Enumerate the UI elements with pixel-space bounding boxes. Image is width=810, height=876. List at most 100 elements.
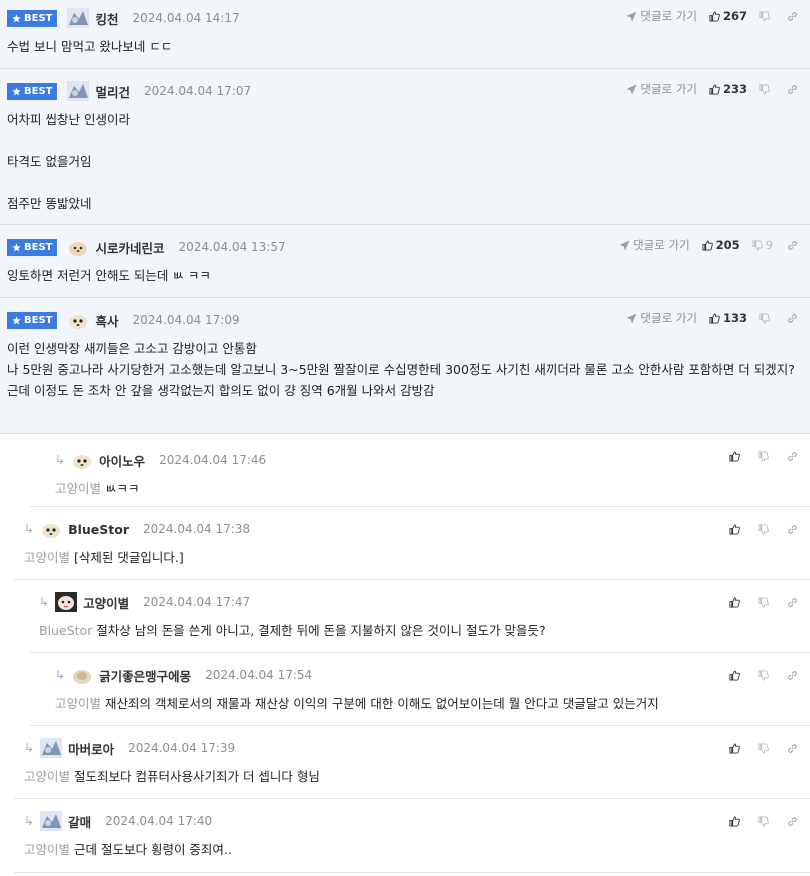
reply-comment: ↳ 아이노우 2024.04.04 17:46 고양이별 ㅄㅋㅋ	[30, 434, 810, 507]
dislike-button[interactable]	[759, 83, 773, 95]
like-button[interactable]	[729, 815, 740, 827]
dislike-button[interactable]: 9	[752, 238, 773, 252]
dislike-button[interactable]	[758, 815, 769, 827]
thumbs-down-icon	[758, 669, 769, 681]
thumbs-down-icon	[758, 523, 769, 535]
dislike-count: 9	[765, 238, 773, 252]
send-icon	[626, 11, 637, 21]
share-button[interactable]	[787, 670, 798, 681]
send-icon	[619, 240, 630, 250]
comment-meta: ↳ 긁기좋은맹구에몽 2024.04.04 17:54	[55, 665, 312, 685]
like-button[interactable]: 267	[709, 9, 747, 23]
thumbs-down-icon	[758, 596, 769, 608]
like-button[interactable]	[729, 523, 740, 535]
thumbs-down-icon	[752, 239, 763, 251]
comment-date: 2024.04.04 17:54	[205, 668, 313, 682]
link-icon	[788, 313, 797, 323]
mention[interactable]: 고양이별	[24, 769, 70, 784]
like-button[interactable]: 233	[709, 82, 747, 96]
goto-reply-link[interactable]: 댓글로 가기	[626, 81, 697, 97]
nickname[interactable]: 멀리건	[95, 82, 130, 101]
avatar[interactable]	[53, 591, 79, 613]
reply-arrow-icon: ↳	[24, 522, 35, 536]
goto-reply-link[interactable]: 댓글로 가기	[626, 8, 697, 24]
mention[interactable]: 고양이별	[55, 481, 101, 496]
comment-actions	[729, 738, 798, 758]
like-button[interactable]: 205	[702, 238, 740, 252]
comment-date: 2024.04.04 17:38	[142, 522, 251, 536]
avatar[interactable]	[38, 737, 64, 759]
nickname[interactable]: 킹천	[95, 9, 118, 28]
share-button[interactable]	[787, 84, 798, 95]
star-icon	[12, 86, 21, 95]
dislike-button[interactable]	[758, 523, 769, 535]
comment-actions	[729, 811, 798, 831]
comment-text: 고양이별 재산죄의 객체로서의 재물과 재산상 이익의 구분에 대한 이해도 없어…	[55, 696, 659, 711]
comment-date: 2024.04.04 17:07	[144, 84, 252, 98]
nickname[interactable]: 갈매	[68, 812, 91, 831]
goto-reply-link[interactable]: 댓글로 가기	[626, 310, 697, 326]
like-count: 205	[715, 238, 740, 252]
mention[interactable]: 고양이별	[24, 550, 70, 565]
comment-actions	[729, 592, 798, 612]
avatar[interactable]	[69, 664, 95, 686]
like-button[interactable]	[729, 742, 740, 754]
best-comment: BEST 시로카네린코 2024.04.04 13:57 댓글로 가기 205 …	[0, 225, 810, 298]
nickname[interactable]: 마버로아	[68, 739, 114, 758]
reply-arrow-icon: ↳	[55, 453, 66, 467]
thumbs-down-icon	[758, 450, 769, 462]
avatar[interactable]	[65, 236, 91, 258]
mention[interactable]: BlueStor	[39, 623, 92, 638]
share-button[interactable]	[787, 743, 798, 754]
goto-reply-link[interactable]: 댓글로 가기	[619, 237, 690, 253]
comment-text: 고양이별 [삭제된 댓글입니다.]	[24, 550, 184, 565]
nickname[interactable]: BlueStor	[68, 522, 129, 537]
star-icon	[12, 13, 21, 22]
share-button[interactable]	[787, 313, 798, 324]
nickname[interactable]: 고양이별	[83, 593, 129, 612]
like-button[interactable]	[729, 596, 740, 608]
comment-text: 이런 인생막장 새끼들은 고소고 감방이고 안통함 나 5만원 중고나라 사기당…	[7, 341, 795, 398]
like-button[interactable]	[729, 669, 740, 681]
avatar[interactable]	[38, 518, 64, 540]
best-badge: BEST	[7, 82, 58, 100]
mention[interactable]: 고양이별	[24, 842, 70, 857]
share-button[interactable]	[787, 240, 798, 251]
share-button[interactable]	[787, 524, 798, 535]
comment-actions	[729, 446, 798, 466]
nickname[interactable]: 흑사	[95, 311, 118, 330]
comment-meta: ↳ 마버로아 2024.04.04 17:39	[24, 738, 235, 758]
dislike-button[interactable]	[759, 312, 773, 324]
thumbs-up-icon	[729, 596, 740, 608]
reply-arrow-icon: ↳	[55, 668, 66, 682]
link-icon	[788, 451, 797, 461]
comment-date: 2024.04.04 14:17	[132, 11, 240, 25]
comment-text: 어차피 씹창난 인생이라 타격도 없을거임 점주만 똥밟았네	[7, 112, 130, 211]
avatar[interactable]	[38, 810, 64, 832]
dislike-button[interactable]	[758, 669, 769, 681]
reply-comment: ↳ 갈매 2024.04.04 17:40 고양이별 근데 절도보다 횡령이 중죄…	[14, 799, 810, 873]
dislike-button[interactable]	[758, 596, 769, 608]
share-button[interactable]	[787, 816, 798, 827]
avatar[interactable]	[65, 80, 91, 102]
share-button[interactable]	[787, 11, 798, 22]
nickname[interactable]: 긁기좋은맹구에몽	[99, 666, 191, 685]
share-button[interactable]	[787, 451, 798, 462]
comment-meta: BEST 킹천 2024.04.04 14:17	[7, 8, 240, 28]
like-button[interactable]: 133	[709, 311, 747, 325]
avatar[interactable]	[65, 309, 91, 331]
thumbs-up-icon	[709, 10, 720, 22]
nickname[interactable]: 시로카네린코	[95, 238, 164, 257]
dislike-button[interactable]	[759, 10, 773, 22]
dislike-button[interactable]	[758, 742, 769, 754]
thumbs-up-icon	[729, 815, 740, 827]
mention[interactable]: 고양이별	[55, 696, 101, 711]
like-count: 233	[722, 82, 747, 96]
nickname[interactable]: 아이노우	[99, 451, 145, 470]
avatar[interactable]	[69, 449, 95, 471]
like-button[interactable]	[729, 450, 740, 462]
avatar[interactable]	[65, 7, 91, 29]
dislike-button[interactable]	[758, 450, 769, 462]
share-button[interactable]	[787, 597, 798, 608]
comment-text: 고양이별 절도죄보다 컴퓨터사용사기죄가 더 셉니다 형님	[24, 769, 320, 784]
